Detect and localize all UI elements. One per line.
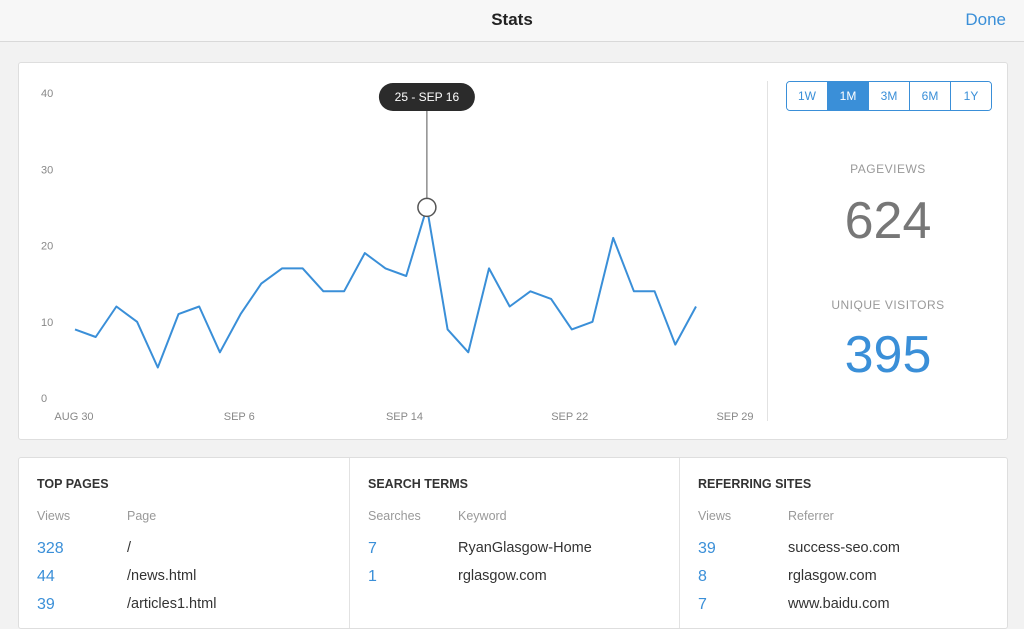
search-terms-panel: SEARCH TERMS Searches Keyword 7 RyanGlasg… — [349, 458, 680, 628]
nav-bar: Stats Done — [0, 0, 1024, 42]
row-count[interactable]: 1 — [368, 568, 377, 586]
pageviews-line-chart[interactable]: 0 10 20 30 40 AUG 30 SEP 6 SEP 14 SEP 22 SEP 29 25… — [19, 63, 767, 439]
range-6m-button[interactable]: 6M — [909, 82, 950, 110]
stats-tables-card: TOP PAGES Views Page 328/44/news.html 39/… — [18, 457, 1008, 629]
views-column-header: Views — [698, 509, 732, 523]
range-selector: 1W 1M 3M 6M 1Y — [786, 81, 992, 111]
table-row[interactable]: 39/articles1.html — [19, 594, 349, 622]
y-tick-label: 10 — [41, 317, 53, 329]
table-row[interactable]: 328 / — [19, 538, 349, 566]
top-pages-title: TOP PAGES — [37, 477, 109, 491]
divider — [767, 81, 768, 421]
tooltip-label: 25 - SEP 16 — [395, 90, 460, 104]
y-tick-label: 40 — [41, 88, 53, 100]
row-label[interactable]: rglasgow.com — [458, 568, 547, 584]
row-count[interactable]: 7 — [698, 596, 707, 614]
row-count[interactable]: 328 — [37, 540, 64, 558]
referring-sites-panel: REFERRING SITES Views Referrer 39 success… — [679, 458, 1008, 628]
page-column-header: Page — [127, 509, 157, 523]
unique-visitors-label: UNIQUE VISITORS — [831, 298, 945, 312]
done-button[interactable]: Done — [965, 10, 1006, 30]
x-tick-label: SEP 29 — [716, 411, 753, 423]
range-3m-button[interactable]: 3M — [868, 82, 909, 110]
table-row[interactable]: 39 success-seo.com — [680, 538, 1008, 566]
table-row[interactable]: 44/news.html — [19, 566, 349, 594]
x-tick-label: AUG 30 — [54, 411, 93, 423]
top-pages-panel: TOP PAGES Views Page 328/44/news.html 39/… — [19, 458, 349, 628]
y-tick-label: 20 — [41, 241, 53, 253]
x-tick-label: SEP 6 — [224, 411, 255, 423]
row-count[interactable]: 39 — [37, 596, 55, 614]
referring-sites-list: 39 success-seo.com 8 rglasgow.com 7 www.baidu… — [680, 538, 1008, 622]
table-row[interactable]: 1 rglasgow.com — [350, 566, 680, 594]
search-terms-list: 7 RyanGlasgow-Home 1 rglasgow.com — [350, 538, 680, 594]
x-tick-label: SEP 22 — [551, 411, 588, 423]
row-count[interactable]: 39 — [698, 540, 716, 558]
row-label[interactable]: success-seo.com — [788, 540, 900, 556]
unique-visitors-value: 395 — [844, 326, 932, 384]
row-count[interactable]: 44 — [37, 568, 55, 586]
highlighted-point[interactable] — [417, 197, 437, 218]
pageviews-value: 624 — [844, 192, 932, 250]
x-tick-label: SEP 14 — [386, 411, 423, 423]
page-title: Stats — [491, 10, 533, 29]
table-row[interactable]: 7 www.baidu.com — [680, 594, 1008, 622]
row-label[interactable]: /news.html — [127, 568, 196, 584]
keyword-column-header: Keyword — [458, 509, 507, 523]
row-label[interactable]: www.baidu.com — [788, 596, 890, 612]
row-label[interactable]: RyanGlasgow-Home — [458, 540, 592, 556]
referrer-column-header: Referrer — [788, 509, 834, 523]
range-1m-button[interactable]: 1M — [827, 82, 868, 110]
searches-column-header: Searches — [368, 509, 421, 523]
y-tick-label: 0 — [41, 393, 47, 405]
row-count[interactable]: 8 — [698, 568, 707, 586]
range-1w-button[interactable]: 1W — [787, 82, 827, 110]
pageviews-series-line — [74, 206, 697, 369]
table-row[interactable]: 8 rglasgow.com — [680, 566, 1008, 594]
table-row[interactable]: 7 RyanGlasgow-Home — [350, 538, 680, 566]
y-tick-label: 30 — [41, 164, 53, 176]
top-pages-list: 328/44/news.html 39/articles1.html — [19, 538, 349, 622]
pageviews-label: PAGEVIEWS — [850, 162, 926, 176]
range-1y-button[interactable]: 1Y — [950, 82, 991, 110]
row-label[interactable]: /articles1.html — [127, 596, 216, 612]
referring-sites-title: REFERRING SITES — [698, 477, 812, 491]
search-terms-title: SEARCH TERMS — [368, 477, 469, 491]
row-count[interactable]: 7 — [368, 540, 377, 558]
row-label[interactable]: rglasgow.com — [788, 568, 877, 584]
stats-chart-card: 0 10 20 30 40 AUG 30 SEP 6 SEP 14 SEP 22 SEP 29 25… — [18, 62, 1008, 440]
row-label[interactable]: / — [127, 540, 131, 556]
views-column-header: Views — [37, 509, 71, 523]
